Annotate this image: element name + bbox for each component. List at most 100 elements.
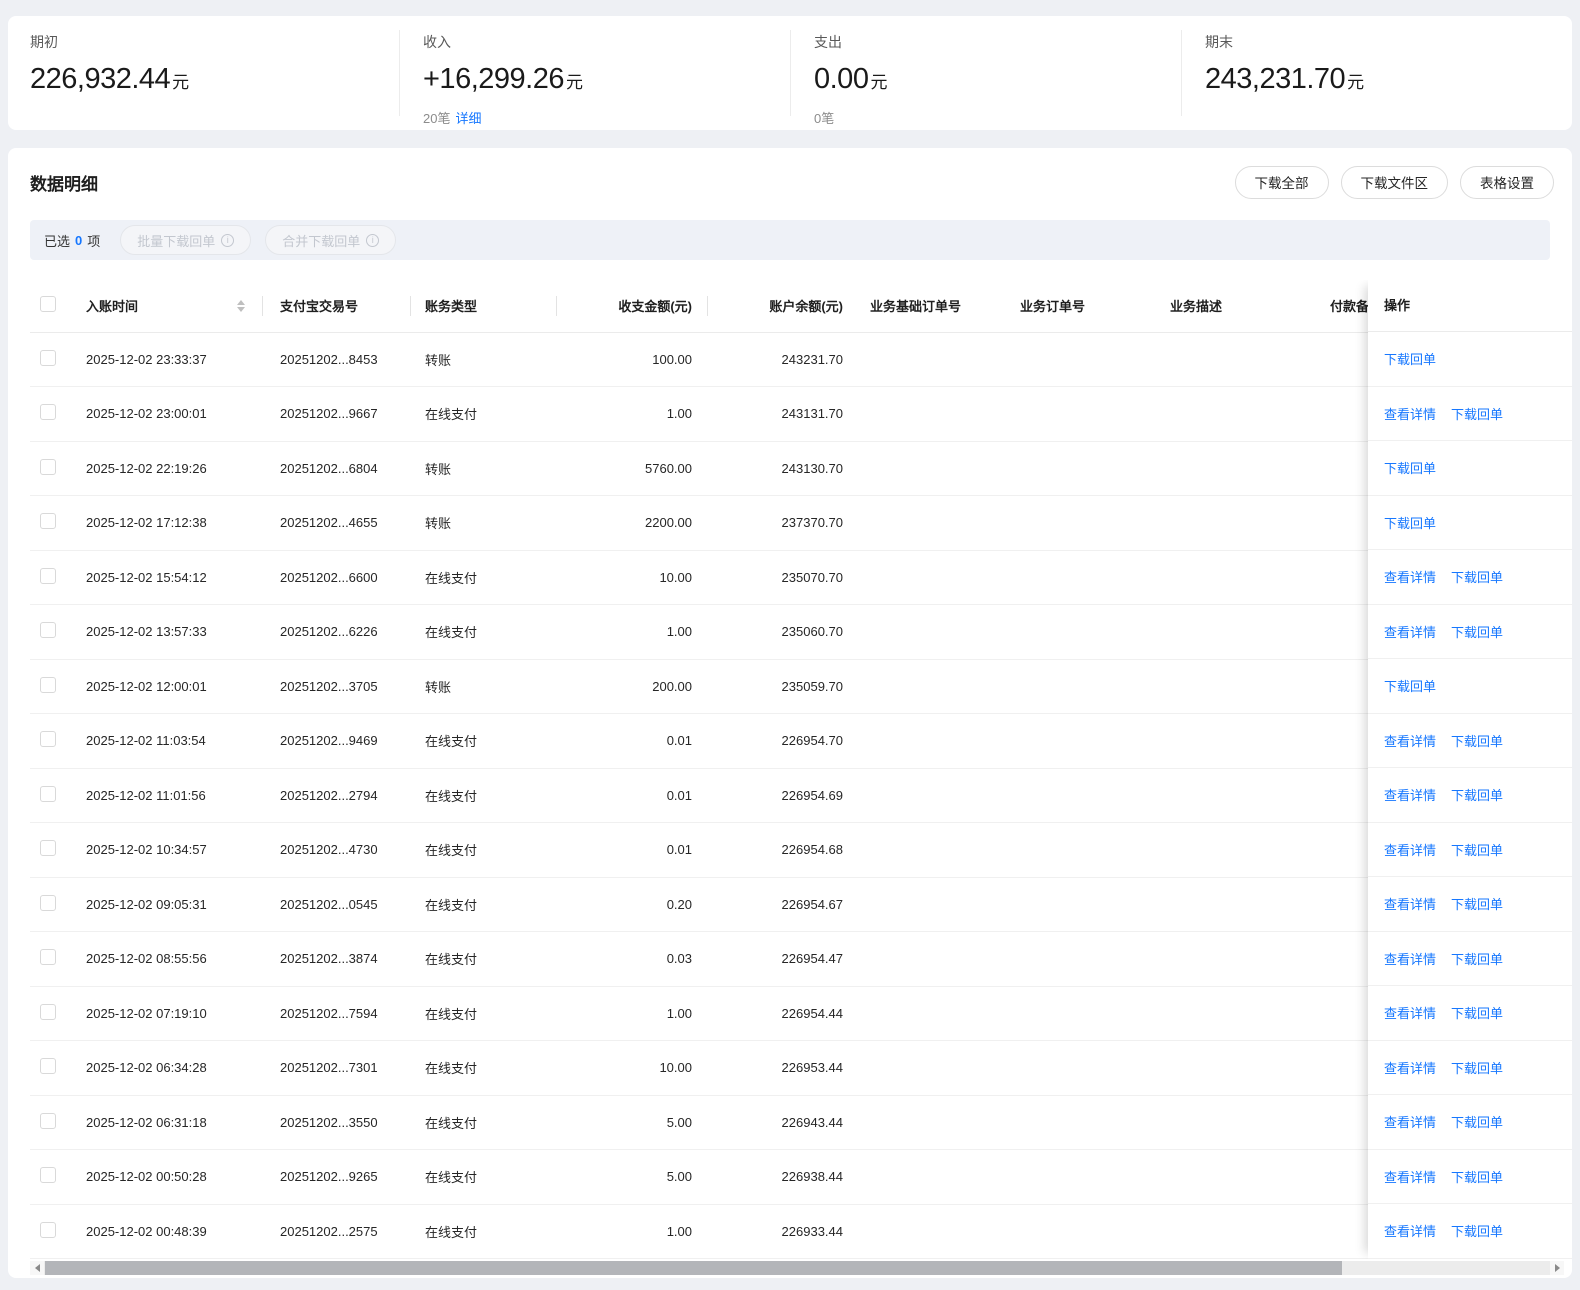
- cell-txn-id: 20251202...6804: [263, 441, 411, 496]
- currency-unit: 元: [1347, 73, 1364, 92]
- view-detail-link[interactable]: 查看详情: [1384, 1003, 1436, 1022]
- row-actions: 查看详情下载回单: [1368, 1204, 1572, 1259]
- row-actions: 查看详情下载回单: [1368, 986, 1572, 1041]
- sort-icon[interactable]: [237, 300, 245, 312]
- view-detail-link[interactable]: 查看详情: [1384, 894, 1436, 913]
- cell-base-order: [858, 1150, 1008, 1205]
- download-receipt-link[interactable]: 下载回单: [1384, 513, 1436, 532]
- download-receipt-link[interactable]: 下载回单: [1451, 785, 1503, 804]
- cell-base-order: [858, 659, 1008, 714]
- download-receipt-link[interactable]: 下载回单: [1451, 949, 1503, 968]
- row-checkbox[interactable]: [40, 949, 56, 965]
- row-checkbox[interactable]: [40, 513, 56, 529]
- cell-amount: 5.00: [557, 1095, 708, 1150]
- table-settings-button[interactable]: 表格设置: [1460, 166, 1554, 199]
- download-receipt-link[interactable]: 下载回单: [1451, 622, 1503, 641]
- summary-income: 收入 +16,299.26元 20笔详细: [399, 16, 790, 130]
- cell-type: 在线支付: [411, 387, 557, 442]
- info-icon: i: [221, 234, 234, 247]
- download-receipt-link[interactable]: 下载回单: [1384, 458, 1436, 477]
- download-file-zone-button[interactable]: 下载文件区: [1341, 166, 1449, 199]
- view-detail-link[interactable]: 查看详情: [1384, 622, 1436, 641]
- download-receipt-link[interactable]: 下载回单: [1451, 1003, 1503, 1022]
- cell-order: [1008, 1150, 1158, 1205]
- cell-time: 2025-12-02 09:05:31: [78, 877, 263, 932]
- column-header-time[interactable]: 入账时间: [78, 280, 263, 332]
- cell-amount: 5760.00: [557, 441, 708, 496]
- row-checkbox[interactable]: [40, 1004, 56, 1020]
- scrollbar-track[interactable]: [44, 1261, 1550, 1275]
- download-receipt-link[interactable]: 下载回单: [1384, 676, 1436, 695]
- summary-label: 收入: [423, 32, 790, 52]
- row-checkbox[interactable]: [40, 459, 56, 475]
- view-detail-link[interactable]: 查看详情: [1384, 1167, 1436, 1186]
- row-actions: 下载回单: [1368, 332, 1572, 387]
- download-receipt-link[interactable]: 下载回单: [1451, 1058, 1503, 1077]
- cell-base-order: [858, 550, 1008, 605]
- column-header-balance: 账户余额(元): [708, 280, 858, 332]
- cell-description: [1158, 932, 1318, 987]
- cell-balance: 226954.47: [708, 932, 858, 987]
- merge-download-receipt-button[interactable]: 合并下载回单i: [265, 225, 396, 255]
- view-detail-link[interactable]: 查看详情: [1384, 785, 1436, 804]
- download-all-button[interactable]: 下载全部: [1235, 166, 1329, 199]
- cell-order: [1008, 1095, 1158, 1150]
- row-checkbox[interactable]: [40, 568, 56, 584]
- column-header-actions: 操作: [1368, 280, 1572, 332]
- view-detail-link[interactable]: 查看详情: [1384, 949, 1436, 968]
- selected-prefix: 已选: [44, 231, 70, 250]
- cell-order: [1008, 1041, 1158, 1096]
- scroll-right-arrow[interactable]: [1550, 1261, 1564, 1275]
- download-receipt-link[interactable]: 下载回单: [1451, 894, 1503, 913]
- row-checkbox[interactable]: [40, 1058, 56, 1074]
- download-receipt-link[interactable]: 下载回单: [1451, 1112, 1503, 1131]
- scroll-left-arrow[interactable]: [30, 1261, 44, 1275]
- view-detail-link[interactable]: 查看详情: [1384, 404, 1436, 423]
- summary-label: 支出: [814, 32, 1181, 52]
- cell-base-order: [858, 1204, 1008, 1259]
- cell-time: 2025-12-02 07:19:10: [78, 986, 263, 1041]
- cell-order: [1008, 823, 1158, 878]
- select-all-checkbox[interactable]: [40, 296, 56, 312]
- scrollbar-thumb[interactable]: [45, 1261, 1342, 1275]
- cell-txn-id: 20251202...3705: [263, 659, 411, 714]
- row-checkbox[interactable]: [40, 404, 56, 420]
- download-receipt-link[interactable]: 下载回单: [1451, 567, 1503, 586]
- view-detail-link[interactable]: 查看详情: [1384, 731, 1436, 750]
- row-checkbox[interactable]: [40, 895, 56, 911]
- row-checkbox[interactable]: [40, 350, 56, 366]
- cell-description: [1158, 496, 1318, 551]
- cell-base-order: [858, 605, 1008, 660]
- cell-type: 在线支付: [411, 1041, 557, 1096]
- cell-description: [1158, 768, 1318, 823]
- view-detail-link[interactable]: 查看详情: [1384, 1112, 1436, 1131]
- download-receipt-link[interactable]: 下载回单: [1451, 840, 1503, 859]
- batch-download-receipt-button[interactable]: 批量下载回单i: [120, 225, 251, 255]
- download-receipt-link[interactable]: 下载回单: [1451, 404, 1503, 423]
- download-receipt-link[interactable]: 下载回单: [1451, 731, 1503, 750]
- download-receipt-link[interactable]: 下载回单: [1451, 1167, 1503, 1186]
- cell-amount: 0.01: [557, 768, 708, 823]
- row-checkbox[interactable]: [40, 677, 56, 693]
- row-checkbox[interactable]: [40, 731, 56, 747]
- view-detail-link[interactable]: 查看详情: [1384, 1221, 1436, 1240]
- row-select-cell: [30, 877, 78, 932]
- row-checkbox[interactable]: [40, 622, 56, 638]
- download-receipt-link[interactable]: 下载回单: [1451, 1221, 1503, 1240]
- view-detail-link[interactable]: 查看详情: [1384, 840, 1436, 859]
- cell-amount: 1.00: [557, 605, 708, 660]
- view-detail-link[interactable]: 查看详情: [1384, 567, 1436, 586]
- income-detail-link[interactable]: 详细: [455, 111, 481, 126]
- view-detail-link[interactable]: 查看详情: [1384, 1058, 1436, 1077]
- row-checkbox[interactable]: [40, 1222, 56, 1238]
- row-checkbox[interactable]: [40, 840, 56, 856]
- page-title: 数据明细: [30, 170, 98, 195]
- cell-amount: 1.00: [557, 387, 708, 442]
- download-receipt-link[interactable]: 下载回单: [1384, 349, 1436, 368]
- horizontal-scrollbar[interactable]: [30, 1261, 1564, 1275]
- row-select-cell: [30, 332, 78, 387]
- row-checkbox[interactable]: [40, 1167, 56, 1183]
- cell-order: [1008, 714, 1158, 769]
- row-checkbox[interactable]: [40, 786, 56, 802]
- row-checkbox[interactable]: [40, 1113, 56, 1129]
